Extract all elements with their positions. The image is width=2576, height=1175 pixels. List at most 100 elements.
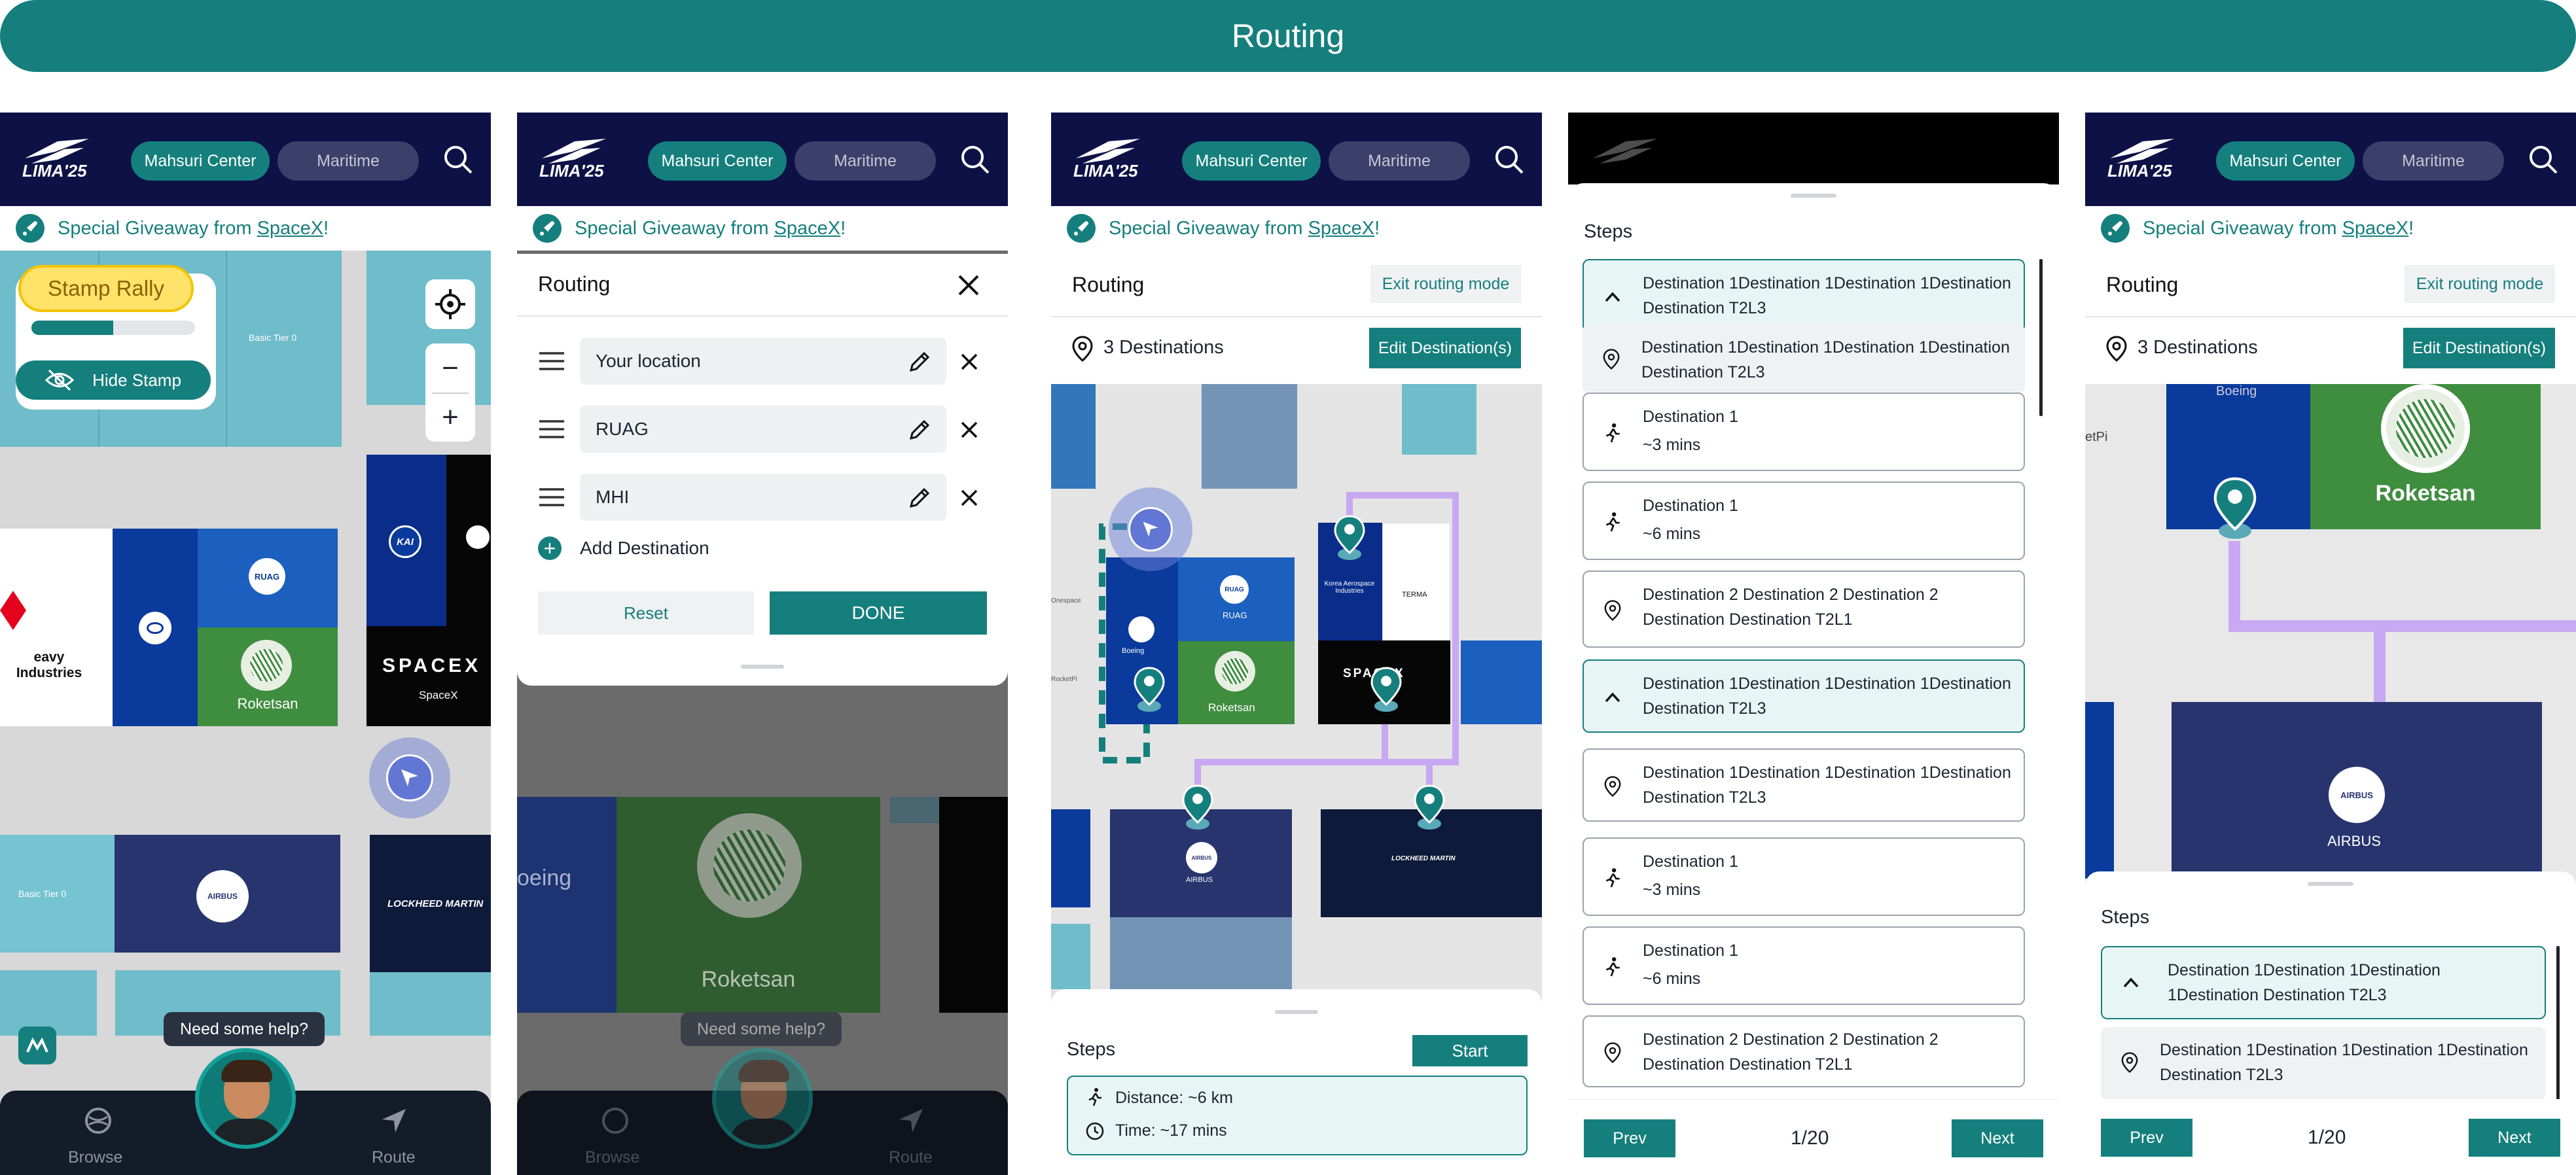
remove-stop-icon[interactable] <box>959 352 979 372</box>
reset-button[interactable]: Reset <box>538 591 754 635</box>
nav-browse-label[interactable]: Browse <box>68 1148 122 1167</box>
destination-pin-icon[interactable] <box>1182 784 1213 830</box>
sheet-drag-handle[interactable] <box>1275 1010 1318 1014</box>
tab-maritime[interactable]: Maritime <box>1329 141 1470 181</box>
route-stop-row[interactable]: MHI <box>517 474 1008 521</box>
search-icon[interactable] <box>2528 144 2559 175</box>
route-arrow-icon[interactable] <box>897 1106 925 1135</box>
pencil-icon[interactable] <box>908 419 931 441</box>
edit-destinations-button[interactable]: Edit Destination(s) <box>2403 328 2555 368</box>
exit-routing-mode-button[interactable]: Exit routing mode <box>2405 265 2555 303</box>
giveaway-bar[interactable]: Special Giveaway from SpaceX! <box>2085 206 2576 251</box>
giveaway-brand-link[interactable]: SpaceX <box>257 218 324 239</box>
giveaway-brand-link[interactable]: SpaceX <box>774 218 841 239</box>
drag-handle-icon[interactable] <box>538 351 565 372</box>
tab-maritime[interactable]: Maritime <box>2363 141 2504 181</box>
route-stop-field[interactable]: MHI <box>580 474 946 521</box>
step-text: Destination 1Destination 1Destination 1D… <box>2160 1041 2528 1084</box>
step-item[interactable]: Destination 1 ~6 mins <box>1583 926 2025 1005</box>
booth-mhi[interactable] <box>0 529 113 726</box>
step-item[interactable]: Destination 2 Destination 2 Destination … <box>1583 570 2025 648</box>
sheet-drag-handle[interactable] <box>2308 882 2353 886</box>
done-button[interactable]: DONE <box>770 591 987 635</box>
tab-mahsuri-center[interactable]: Mahsuri Center <box>1182 141 1321 181</box>
hide-stamp-button[interactable]: Hide Stamp <box>16 360 211 400</box>
remove-stop-icon[interactable] <box>959 420 979 440</box>
globe-icon[interactable] <box>84 1106 113 1135</box>
destination-pin-icon[interactable] <box>1370 667 1402 712</box>
giveaway-brand-link[interactable]: SpaceX <box>2342 218 2409 239</box>
add-destination-label[interactable]: Add Destination <box>580 538 709 559</box>
step-item[interactable]: Destination 1 ~3 mins <box>1583 837 2025 916</box>
sheet-drag-handle[interactable] <box>741 665 784 669</box>
tab-mahsuri-center[interactable]: Mahsuri Center <box>2216 141 2355 181</box>
route-stop-row[interactable]: Your location <box>517 338 1008 385</box>
destination-pin-icon[interactable] <box>2213 476 2257 541</box>
route-arrow-icon[interactable] <box>380 1106 408 1135</box>
remove-stop-icon[interactable] <box>959 488 979 508</box>
start-button[interactable]: Start <box>1412 1035 1528 1066</box>
tab-maritime[interactable]: Maritime <box>795 141 936 181</box>
zoom-out-button[interactable]: − <box>425 343 475 393</box>
rocket-icon <box>2101 214 2130 243</box>
next-button[interactable]: Next <box>2469 1119 2560 1157</box>
giveaway-text: Special Giveaway from <box>1109 217 1303 239</box>
assistant-avatar[interactable] <box>195 1048 296 1149</box>
nav-browse-label[interactable]: Browse <box>585 1148 639 1167</box>
pencil-icon[interactable] <box>908 487 931 509</box>
close-icon[interactable] <box>957 273 980 297</box>
step-item[interactable]: Destination 2 Destination 2 Destination … <box>1583 1015 2025 1087</box>
route-stop-row[interactable]: RUAG <box>517 406 1008 453</box>
route-stop-field[interactable]: Your location <box>580 338 946 385</box>
search-icon[interactable] <box>959 144 991 175</box>
sheet-drag-handle[interactable] <box>1791 194 1836 198</box>
giveaway-bar[interactable]: Special Giveaway from SpaceX! <box>517 206 1008 251</box>
prev-button[interactable]: Prev <box>2101 1119 2192 1157</box>
app-logo-button[interactable] <box>18 1026 56 1064</box>
help-tooltip[interactable]: Need some help? <box>681 1012 842 1046</box>
add-circle-icon[interactable]: + <box>538 536 562 560</box>
stamp-rally-badge[interactable]: Stamp Rally <box>18 265 194 312</box>
step-item[interactable]: Destination 1 ~6 mins <box>1583 482 2025 560</box>
step-item[interactable]: Destination 1Destination 1Destination 1D… <box>1583 748 2025 822</box>
exit-routing-mode-button[interactable]: Exit routing mode <box>1370 265 1521 303</box>
drag-handle-icon[interactable] <box>538 419 565 440</box>
destination-pin-icon[interactable] <box>1134 667 1165 712</box>
booth-bottom-3[interactable] <box>370 972 491 1036</box>
locate-me-button[interactable] <box>425 279 475 329</box>
step-item[interactable]: Destination 1Destination 1Destination 1D… <box>1583 324 2025 394</box>
booth-bottom-1[interactable] <box>0 970 97 1036</box>
airbus-logo-text: AIRBUS <box>2340 790 2373 800</box>
help-tooltip[interactable]: Need some help? <box>164 1012 325 1046</box>
step-item-expanded[interactable]: Destination 1Destination 1Destination 1D… <box>2101 946 2546 1019</box>
step-item-expanded[interactable]: Destination 1Destination 1Destination 1D… <box>1583 659 2025 733</box>
drag-handle-icon[interactable] <box>538 487 565 508</box>
current-location-marker[interactable] <box>386 754 433 801</box>
tab-mahsuri-center[interactable]: Mahsuri Center <box>131 141 270 181</box>
route-stop-field[interactable]: RUAG <box>580 406 946 453</box>
scrollbar-thumb[interactable] <box>2556 946 2560 1110</box>
next-button[interactable]: Next <box>1952 1119 2043 1157</box>
search-icon[interactable] <box>442 144 474 175</box>
nav-route-label[interactable]: Route <box>372 1148 416 1167</box>
giveaway-bar[interactable]: Special Giveaway from SpaceX! <box>1051 206 1542 251</box>
edit-destinations-button[interactable]: Edit Destination(s) <box>1369 328 1521 368</box>
tab-mahsuri-center[interactable]: Mahsuri Center <box>648 141 787 181</box>
assistant-avatar[interactable] <box>712 1048 813 1149</box>
search-icon[interactable] <box>1494 144 1525 175</box>
step-item[interactable]: Destination 1 ~3 mins <box>1583 393 2025 471</box>
zoom-in-button[interactable]: + <box>425 393 475 442</box>
destination-pin-icon[interactable] <box>1414 784 1445 830</box>
globe-icon[interactable] <box>601 1106 630 1135</box>
destination-pin-icon[interactable] <box>1334 515 1365 561</box>
scrollbar-thumb[interactable] <box>2039 259 2043 416</box>
step-item[interactable]: Destination 1Destination 1Destination 1D… <box>2101 1027 2546 1100</box>
pencil-icon[interactable] <box>908 351 931 373</box>
current-location-marker[interactable] <box>1128 507 1173 552</box>
prev-button[interactable]: Prev <box>1584 1119 1675 1157</box>
step-item-expanded[interactable]: Destination 1Destination 1Destination 1D… <box>1583 259 2025 332</box>
giveaway-bar[interactable]: Special Giveaway from SpaceX! <box>0 206 491 251</box>
giveaway-brand-link[interactable]: SpaceX <box>1308 218 1375 239</box>
tab-maritime[interactable]: Maritime <box>277 141 419 181</box>
nav-route-label[interactable]: Route <box>889 1148 933 1167</box>
